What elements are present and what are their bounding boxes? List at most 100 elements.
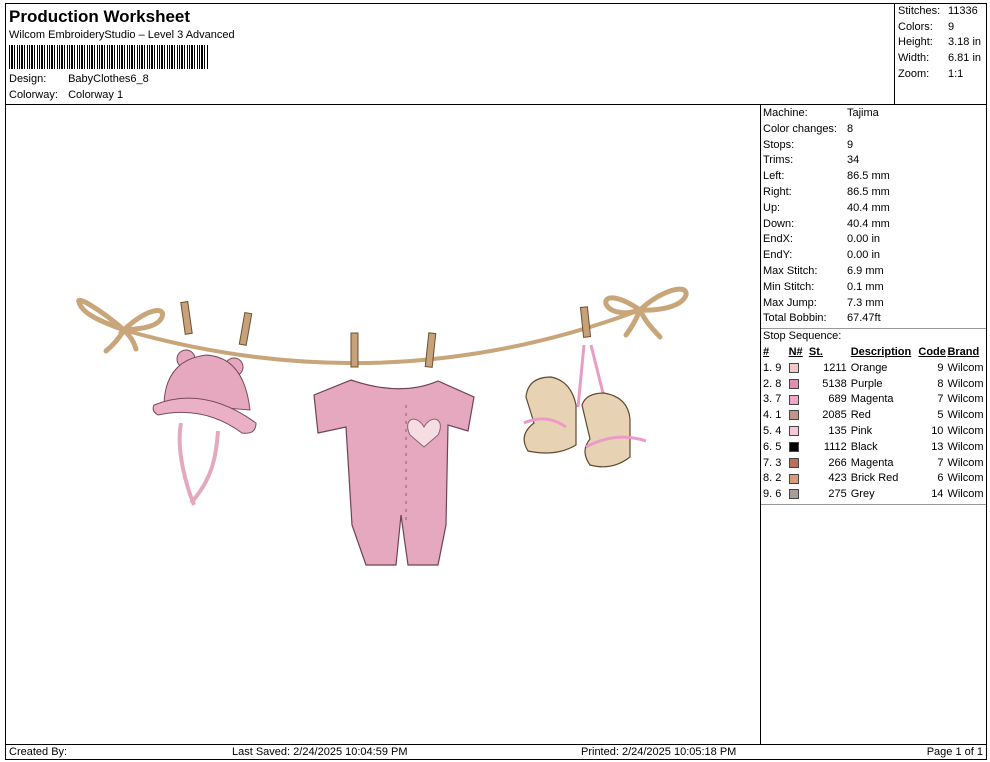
stitch-count: 135 <box>828 425 847 438</box>
embroidery-design-image <box>76 286 689 566</box>
info-row: Total Bobbin: 67.47ft <box>761 312 986 328</box>
row-index: 1. 9 <box>763 361 782 374</box>
table-row: 8. 2 423 Brick Red 6 Wilcom <box>763 471 986 487</box>
baby-romper <box>313 379 475 566</box>
table-row: 1. 9 1211 Orange 9 Wilcom <box>763 360 986 376</box>
info-label: Trims: <box>763 154 794 167</box>
thread-description: Red <box>850 409 871 422</box>
info-value: 86.5 mm <box>847 170 890 183</box>
info-value: 86.5 mm <box>847 185 890 198</box>
row-index: 5. 4 <box>763 425 782 438</box>
info-row: Stops: 9 <box>761 139 986 155</box>
thread-color-swatch <box>788 362 799 373</box>
info-value: 0.1 mm <box>847 280 884 293</box>
info-value: 9 <box>847 138 854 151</box>
info-value: 7.3 mm <box>847 296 884 309</box>
stitch-count: 1211 <box>823 361 847 374</box>
info-value: 34 <box>847 154 860 167</box>
stat-row: Colors: 9 <box>898 21 986 37</box>
stat-value: 11336 <box>948 5 978 17</box>
thread-description: Brick Red <box>850 472 899 485</box>
thread-brand: Wilcom <box>947 361 984 374</box>
info-label: Left: <box>763 170 785 183</box>
software-name: Wilcom EmbroideryStudio – Level 3 Advanc… <box>9 29 235 41</box>
table-header-row: # N# St. Description Code Brand <box>763 345 986 360</box>
info-row: EndY: 0.00 in <box>761 249 986 265</box>
design-stats: Stitches: 11336 Colors: 9 Height: 3.18 in W… <box>894 4 986 105</box>
stat-row: Height: 3.18 in <box>898 36 986 52</box>
thread-brand: Wilcom <box>947 425 984 438</box>
table-row: 2. 8 5138 Purple 8 Wilcom <box>763 376 986 392</box>
thread-brand: Wilcom <box>947 377 984 390</box>
info-label: Right: <box>763 185 792 198</box>
thread-description: Black <box>850 440 878 453</box>
stat-label: Zoom: <box>898 67 930 80</box>
color-swatch-cell <box>788 392 809 408</box>
design-preview <box>6 105 761 744</box>
thread-code: 7 <box>937 456 944 469</box>
stitch-count: 1112 <box>823 440 847 453</box>
col-header-code: Code <box>918 346 946 359</box>
thread-color-swatch <box>788 378 799 389</box>
clothespin <box>579 306 592 338</box>
stat-row: Stitches: 11336 <box>898 5 986 21</box>
info-row: Max Jump: 7.3 mm <box>761 297 986 313</box>
color-swatch-cell <box>788 376 809 392</box>
baby-hat <box>152 349 257 506</box>
stat-value: 6.81 in <box>948 52 982 65</box>
clothespin <box>424 332 437 368</box>
info-value: 40.4 mm <box>847 217 890 230</box>
info-label: EndX: <box>763 233 793 246</box>
page-title: Production Worksheet <box>9 7 191 26</box>
col-header-stitches: St. <box>808 346 823 359</box>
thread-code: 13 <box>931 440 944 453</box>
thread-code: 14 <box>931 488 944 501</box>
thread-brand: Wilcom <box>947 456 984 469</box>
stat-label: Stitches: <box>898 5 941 17</box>
colorway-label: Colorway: <box>9 89 58 101</box>
baby-booties <box>523 344 647 468</box>
thread-color-swatch <box>788 410 799 421</box>
thread-code: 8 <box>937 377 944 390</box>
color-swatch-cell <box>788 455 809 471</box>
design-label: Design: <box>9 73 47 85</box>
stitch-count: 266 <box>828 456 847 469</box>
table-row: 3. 7 689 Magenta 7 Wilcom <box>763 392 986 408</box>
color-swatch-cell <box>788 423 809 439</box>
thread-code: 6 <box>937 472 944 485</box>
clothespin <box>180 301 193 335</box>
thread-color-swatch <box>788 489 799 500</box>
thread-description: Magenta <box>850 456 894 469</box>
thread-color-swatch <box>788 426 799 437</box>
color-swatch-cell <box>788 407 809 423</box>
stat-row: Width: 6.81 in <box>898 52 986 68</box>
worksheet-header: Production Worksheet Wilcom EmbroiderySt… <box>6 4 894 105</box>
thread-description: Grey <box>850 488 875 501</box>
thread-description: Magenta <box>850 393 894 406</box>
stitch-count: 423 <box>828 472 847 485</box>
thread-code: 7 <box>937 393 944 406</box>
info-value: 8 <box>847 122 854 135</box>
created-by: Created By: <box>9 746 68 758</box>
info-row: Max Stitch: 6.9 mm <box>761 265 986 281</box>
stat-label: Width: <box>898 52 930 65</box>
thread-code: 10 <box>931 425 944 438</box>
info-row: Right: 86.5 mm <box>761 186 986 202</box>
info-label: Max Jump: <box>763 296 817 309</box>
info-value: 0.00 in <box>847 233 881 246</box>
stat-label: Height: <box>898 36 933 49</box>
thread-brand: Wilcom <box>947 393 984 406</box>
left-rope-bow <box>76 297 165 354</box>
thread-brand: Wilcom <box>947 472 984 485</box>
info-value: 67.47ft <box>847 312 881 325</box>
stitch-count: 689 <box>828 393 847 406</box>
info-row: Trims: 34 <box>761 154 986 170</box>
worksheet-frame: Production Worksheet Wilcom EmbroiderySt… <box>5 3 987 760</box>
info-label: Machine: <box>763 107 808 119</box>
info-label: Total Bobbin: <box>763 312 827 325</box>
design-row: Design: BabyClothes6_8 <box>9 73 149 85</box>
info-row: Machine: Tajima <box>761 107 986 123</box>
worksheet-footer: Created By: Last Saved: 2/24/2025 10:04:… <box>6 744 986 760</box>
thread-code: 5 <box>937 409 944 422</box>
info-label: Stops: <box>763 138 795 151</box>
